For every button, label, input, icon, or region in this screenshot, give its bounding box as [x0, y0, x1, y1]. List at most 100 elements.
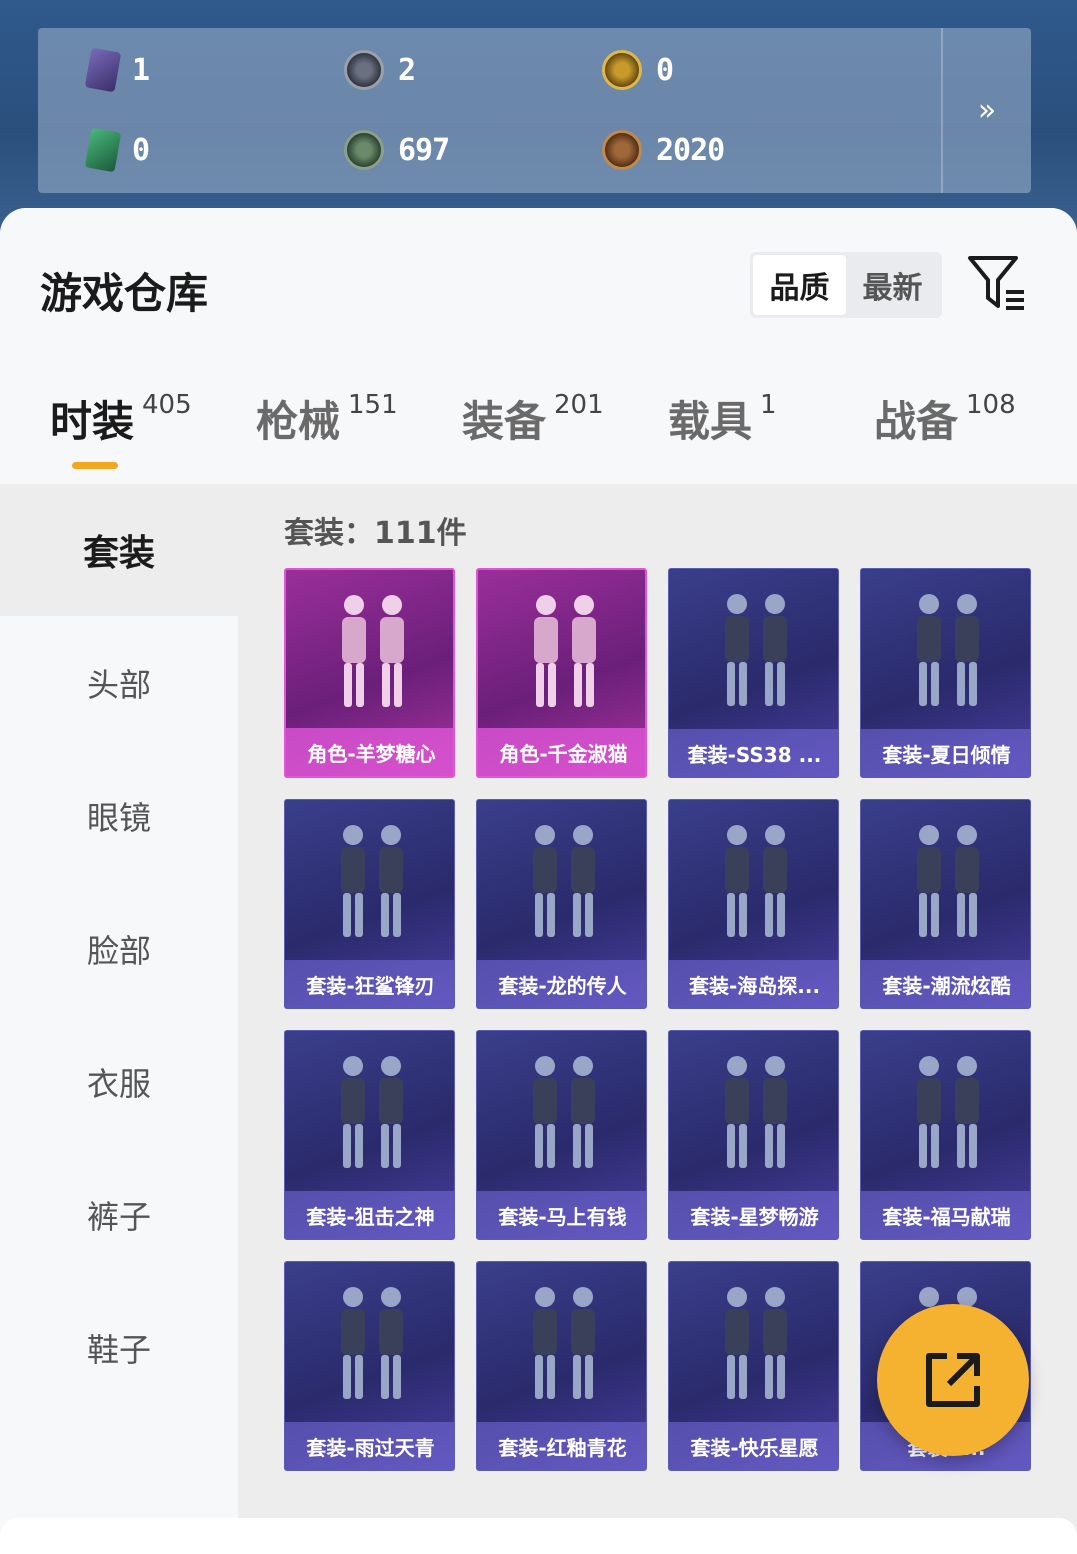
outfit-card[interactable]: 套装-星梦畅游 [668, 1030, 839, 1240]
share-button[interactable] [877, 1304, 1029, 1456]
tab-fashion[interactable]: 时装 405 [50, 388, 192, 449]
sidebar-item-shoes[interactable]: 鞋子 [0, 1282, 238, 1414]
page-title: 游戏仓库 [40, 269, 209, 318]
tab-label: 装备 [462, 397, 547, 446]
currency-gold-coin: 0 [602, 40, 674, 100]
currency-bronze-coin: 2020 [602, 120, 725, 180]
green-coin-icon [344, 130, 384, 170]
outfit-thumbnail [477, 1270, 646, 1420]
sidebar-item-glasses[interactable]: 眼镜 [0, 750, 238, 882]
expand-currencies-button[interactable]: » [941, 28, 1031, 193]
outfit-thumbnail [669, 1039, 838, 1189]
outfit-name: 套装-SS38 ... [669, 729, 838, 777]
sidebar-item-face[interactable]: 脸部 [0, 883, 238, 1015]
subcategory-sidebar: 套装 头部 眼镜 脸部 衣服 裤子 鞋子 [0, 484, 238, 1554]
outfit-thumbnail [669, 808, 838, 958]
currency-value: 2 [398, 52, 416, 88]
filter-icon [968, 256, 1024, 310]
currency-silver-coin: 2 [344, 40, 416, 100]
currency-green-card: 0 [84, 120, 150, 180]
outfit-card[interactable]: 角色-千金淑猫 [476, 568, 647, 778]
currency-value: 2020 [656, 132, 725, 168]
tab-label: 战备 [874, 397, 959, 446]
outfit-card[interactable]: 套装-夏日倾情 [860, 568, 1031, 778]
sheet-header: 游戏仓库 品质 最新 时装 405 枪械 151 装备 201 载具 1 战备 … [0, 208, 1077, 488]
tab-combat-supplies[interactable]: 战备 108 [874, 388, 1016, 449]
outfit-card[interactable]: 套装-马上有钱 [476, 1030, 647, 1240]
outfit-name: 套装-福马献瑞 [861, 1191, 1030, 1239]
purple-card-icon [84, 47, 122, 93]
outfit-name: 套装-龙的传人 [477, 960, 646, 1008]
outfit-card[interactable]: 套装-快乐星愿 [668, 1261, 839, 1471]
currency-purple-card: 1 [84, 40, 150, 100]
outfit-card[interactable]: 套装-狙击之神 [284, 1030, 455, 1240]
outfit-name: 角色-羊梦糖心 [286, 728, 453, 776]
outfit-thumbnail [861, 808, 1030, 958]
outfit-thumbnail [477, 1039, 646, 1189]
sort-by-quality-button[interactable]: 品质 [753, 255, 846, 315]
sidebar-item-clothes[interactable]: 衣服 [0, 1016, 238, 1148]
outfit-card[interactable]: 套装-海岛探... [668, 799, 839, 1009]
outfit-thumbnail [669, 1270, 838, 1420]
category-tabs: 时装 405 枪械 151 装备 201 载具 1 战备 108 [0, 388, 1077, 468]
external-link-icon [926, 1353, 980, 1407]
tab-equipment[interactable]: 装备 201 [462, 388, 604, 449]
sidebar-item-pants[interactable]: 裤子 [0, 1149, 238, 1281]
bottom-bar [0, 1518, 1077, 1554]
currency-green-coin: 697 [344, 120, 450, 180]
currency-value: 697 [398, 132, 450, 168]
tab-count: 405 [142, 390, 192, 420]
tab-label: 载具 [668, 397, 753, 446]
tab-firearms[interactable]: 枪械 151 [256, 388, 398, 449]
tab-count: 1 [760, 390, 777, 420]
outfit-card[interactable]: 套装-雨过天青 [284, 1261, 455, 1471]
outfit-name: 套装-潮流炫酷 [861, 960, 1030, 1008]
outfit-name: 套装-狂鲨锋刃 [285, 960, 454, 1008]
outfit-thumbnail [286, 578, 453, 728]
outfit-thumbnail [285, 808, 454, 958]
outfit-name: 套装-红釉青花 [477, 1422, 646, 1470]
tab-count: 151 [348, 390, 398, 420]
gold-coin-icon [602, 50, 642, 90]
outfit-card[interactable]: 套装-SS38 ... [668, 568, 839, 778]
green-card-icon [84, 127, 122, 173]
outfit-thumbnail [861, 577, 1030, 727]
outfit-name: 角色-千金淑猫 [478, 728, 645, 776]
outfit-thumbnail [861, 1039, 1030, 1189]
outfit-thumbnail [285, 1039, 454, 1189]
currency-value: 1 [132, 52, 150, 88]
item-count-label: 套装：111件 [284, 516, 467, 551]
outfit-thumbnail [477, 808, 646, 958]
outfit-card[interactable]: 套装-福马献瑞 [860, 1030, 1031, 1240]
sidebar-item-suits[interactable]: 套装 [0, 484, 238, 616]
outfit-name: 套装-快乐星愿 [669, 1422, 838, 1470]
outfit-card[interactable]: 套装-潮流炫酷 [860, 799, 1031, 1009]
sort-toggle: 品质 最新 [750, 252, 942, 318]
active-tab-indicator [72, 462, 118, 469]
sidebar-item-head[interactable]: 头部 [0, 617, 238, 749]
currency-value: 0 [656, 52, 674, 88]
outfit-name: 套装-星梦畅游 [669, 1191, 838, 1239]
tab-label: 时装 [50, 397, 135, 446]
tab-vehicles[interactable]: 载具 1 [668, 388, 777, 449]
sort-by-newest-button[interactable]: 最新 [846, 255, 939, 315]
filter-button[interactable] [966, 254, 1028, 316]
outfit-thumbnail [478, 578, 645, 728]
outfit-thumbnail [669, 577, 838, 727]
outfit-name: 套装-马上有钱 [477, 1191, 646, 1239]
outfit-thumbnail [285, 1270, 454, 1420]
currency-value: 0 [132, 132, 150, 168]
tab-count: 108 [966, 390, 1016, 420]
silver-coin-icon [344, 50, 384, 90]
tab-count: 201 [554, 390, 604, 420]
outfit-name: 套装-海岛探... [669, 960, 838, 1008]
outfit-name: 套装-夏日倾情 [861, 729, 1030, 777]
outfit-card[interactable]: 套装-龙的传人 [476, 799, 647, 1009]
outfit-name: 套装-狙击之神 [285, 1191, 454, 1239]
double-chevron-right-icon: » [977, 93, 997, 128]
outfit-card[interactable]: 套装-红釉青花 [476, 1261, 647, 1471]
outfit-name: 套装-雨过天青 [285, 1422, 454, 1470]
currency-panel: 1 2 0 0 697 2020 [38, 28, 1031, 193]
outfit-card[interactable]: 角色-羊梦糖心 [284, 568, 455, 778]
outfit-card[interactable]: 套装-狂鲨锋刃 [284, 799, 455, 1009]
